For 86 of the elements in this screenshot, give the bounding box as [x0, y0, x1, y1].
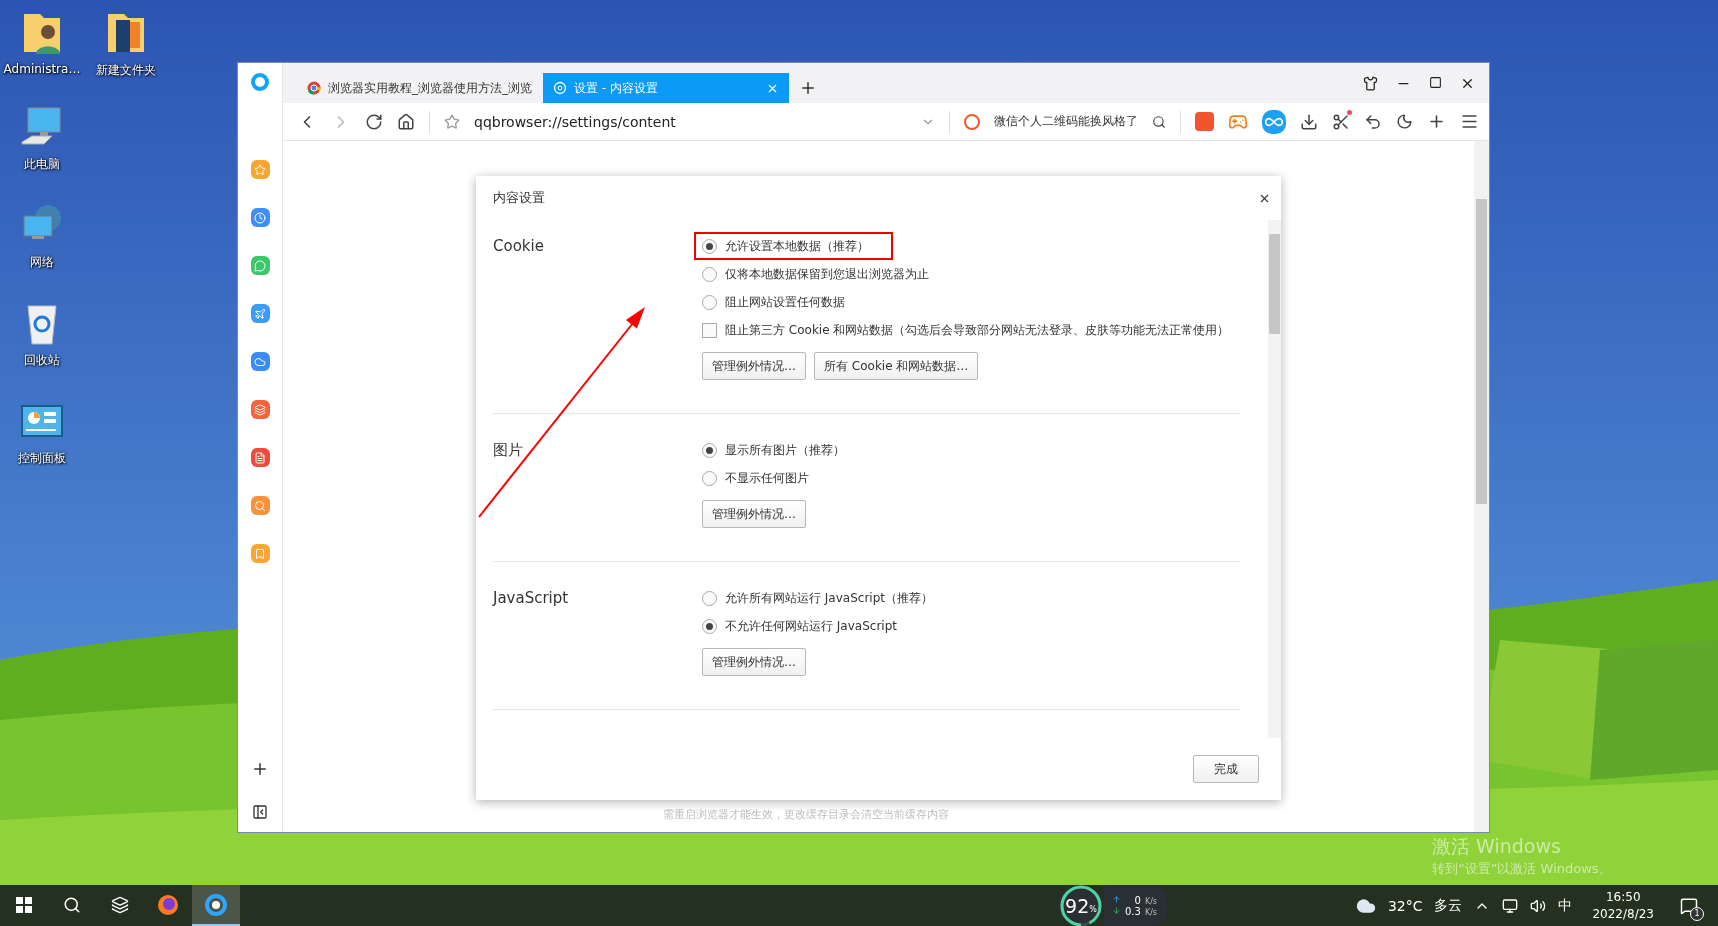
- upload-speed: 0: [1133, 894, 1141, 906]
- option-label[interactable]: 仅将本地数据保留到您退出浏览器为止: [725, 265, 929, 283]
- download-speed: 0.3: [1125, 905, 1141, 917]
- download-icon[interactable]: [1300, 112, 1318, 131]
- plane-icon[interactable]: [250, 304, 270, 323]
- browser-tab[interactable]: 浏览器实用教程_浏览器使用方法_浏览: [297, 73, 543, 103]
- collapse-icon[interactable]: [252, 804, 268, 820]
- radio-button[interactable]: [702, 470, 717, 486]
- maximize-icon[interactable]: [1429, 75, 1442, 89]
- section-label: JavaScript: [493, 588, 570, 609]
- network-icon[interactable]: [1502, 897, 1519, 914]
- cpu-gauge: 92%: [1058, 885, 1104, 926]
- upload-icon: [1112, 894, 1121, 904]
- search-engine-icon[interactable]: [964, 113, 980, 130]
- activation-title: 激活 Windows: [1432, 834, 1562, 859]
- firefox-icon: [157, 893, 179, 916]
- home-icon[interactable]: [397, 112, 415, 131]
- page-scrollbar[interactable]: [1474, 141, 1489, 832]
- desktop-icon-label[interactable]: 新建文件夹: [96, 62, 156, 79]
- browser-logo-icon: [251, 73, 269, 91]
- windows-icon: [16, 896, 32, 913]
- section-label: 图片: [493, 440, 524, 461]
- option-label[interactable]: 允许设置本地数据（推荐）: [725, 237, 869, 255]
- option-label[interactable]: 阻止第三方 Cookie 和网站数据（勾选后会导致部分网站无法登录、皮肤等功能无法正常使用）: [725, 321, 1230, 339]
- clock-icon[interactable]: [250, 208, 270, 227]
- desktop-icon-label[interactable]: 网络: [30, 254, 54, 271]
- desktop-icon-label[interactable]: 控制面板: [18, 450, 66, 467]
- option-label[interactable]: 不显示任何图片: [725, 469, 809, 487]
- dialog-button[interactable]: 管理例外情况…: [702, 352, 806, 380]
- dialog-button[interactable]: 所有 Cookie 和网站数据…: [814, 352, 979, 380]
- layers-icon[interactable]: [250, 400, 270, 419]
- undo-icon[interactable]: [1364, 112, 1382, 131]
- option-label[interactable]: 不允许任何网站运行 JavaScript: [725, 617, 897, 635]
- volume-icon[interactable]: [1530, 897, 1547, 914]
- scissors-icon[interactable]: [1332, 112, 1350, 131]
- star-icon[interactable]: [250, 160, 270, 179]
- option-label[interactable]: 显示所有图片（推荐）: [725, 441, 845, 459]
- browser-icon: [205, 893, 227, 916]
- notification-count: 1: [1690, 906, 1704, 921]
- option-label[interactable]: 允许所有网站运行 JavaScript（推荐）: [725, 589, 933, 607]
- search-icon[interactable]: [1152, 114, 1166, 129]
- dialog-button[interactable]: 管理例外情况…: [702, 500, 806, 528]
- add-icon[interactable]: [1427, 112, 1446, 131]
- address-field[interactable]: qqbrowser://settings/content: [474, 113, 907, 130]
- menu-icon[interactable]: [1460, 112, 1479, 131]
- reload-icon[interactable]: [365, 112, 383, 131]
- radio-button[interactable]: [702, 266, 717, 282]
- chrome-icon: [307, 81, 321, 95]
- radio-button[interactable]: [702, 590, 717, 606]
- star-icon[interactable]: [444, 113, 460, 130]
- radio-button[interactable]: [702, 294, 717, 310]
- clock[interactable]: 16:50 2022/8/23: [1592, 890, 1654, 921]
- done-button[interactable]: 完成: [1193, 755, 1259, 783]
- temperature[interactable]: 32°C: [1387, 897, 1423, 914]
- dialog-button[interactable]: 管理例外情况…: [702, 648, 806, 676]
- search-icon: [63, 895, 81, 914]
- taskbar-app[interactable]: [192, 885, 240, 926]
- dialog-title: 内容设置: [493, 189, 545, 207]
- speed-unit: K/s: [1144, 896, 1157, 906]
- moon-icon[interactable]: [1396, 113, 1413, 130]
- section-label: Cookie: [493, 236, 545, 257]
- checkbox[interactable]: [702, 322, 717, 338]
- search-field[interactable]: 微信个人二维码能换风格了: [994, 113, 1138, 130]
- add-icon[interactable]: [251, 760, 269, 778]
- dialog-scrollbar[interactable]: [1268, 220, 1281, 738]
- notification-icon[interactable]: [1680, 896, 1698, 915]
- new-tab-icon[interactable]: [799, 79, 817, 97]
- radio-button[interactable]: [702, 238, 717, 254]
- activation-hint: 转到“设置”以激活 Windows。: [1432, 860, 1612, 878]
- shirt-icon[interactable]: [1363, 75, 1378, 91]
- task-view-icon: [111, 895, 129, 914]
- input-method[interactable]: 中: [1558, 896, 1573, 915]
- radio-button[interactable]: [702, 442, 717, 458]
- desktop-icon-label[interactable]: 此电脑: [24, 156, 60, 173]
- radio-button[interactable]: [702, 618, 717, 634]
- gear-icon: [553, 81, 567, 95]
- option-label[interactable]: 阻止网站设置任何数据: [725, 293, 845, 311]
- notification-dot: [1347, 109, 1352, 115]
- cloud-icon[interactable]: [250, 352, 270, 371]
- document-icon[interactable]: [250, 448, 270, 467]
- desktop-icon-label[interactable]: Administra…: [3, 62, 81, 76]
- weather-condition[interactable]: 多云: [1434, 896, 1463, 915]
- desktop-icon-label[interactable]: 回收站: [24, 352, 60, 369]
- speed-unit: K/s: [1144, 907, 1157, 917]
- download-icon: [1112, 905, 1121, 915]
- infinity-icon[interactable]: [1262, 109, 1286, 134]
